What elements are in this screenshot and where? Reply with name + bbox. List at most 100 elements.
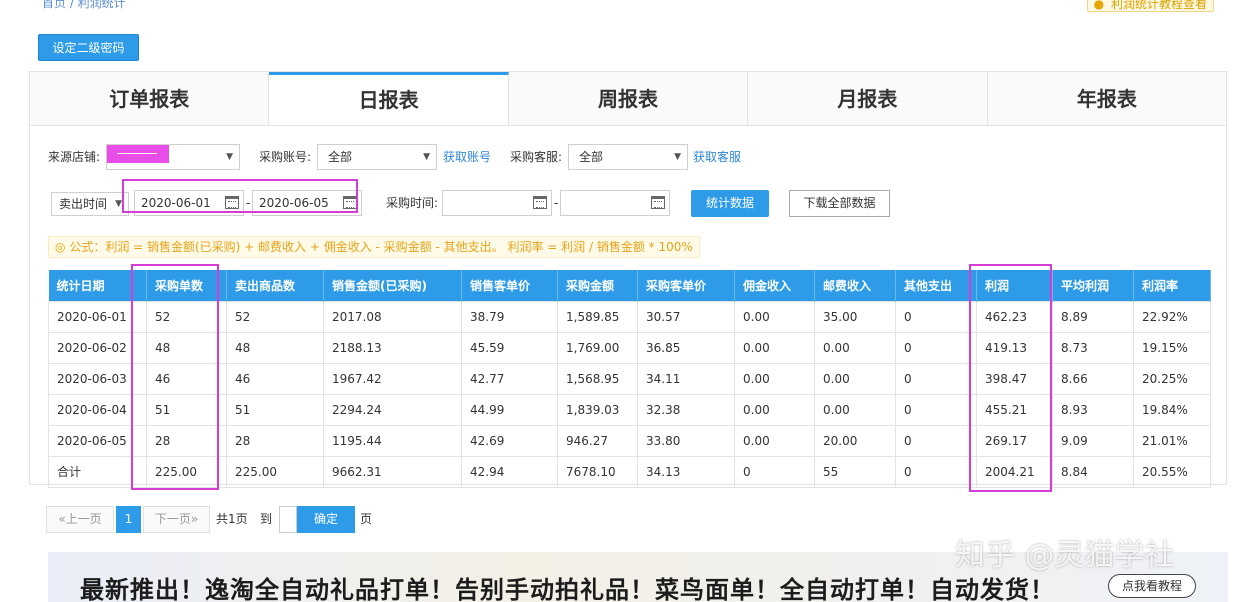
total-pages-text: 共1页 bbox=[216, 512, 248, 526]
table-cell: 2017.08 bbox=[323, 300, 462, 333]
purchase-service-select[interactable]: 全部 ▼ bbox=[568, 144, 688, 170]
set-secondary-password-button[interactable]: 设定二级密码 bbox=[38, 34, 139, 61]
tab-order-report[interactable]: 订单报表 bbox=[30, 72, 270, 125]
calendar-icon[interactable] bbox=[651, 196, 665, 209]
tab-weekly-report[interactable]: 周报表 bbox=[509, 72, 749, 125]
table-cell: 9662.31 bbox=[323, 455, 462, 488]
purchase-date-from-input[interactable] bbox=[442, 190, 552, 216]
promo-banner-text: 最新推出！逸淘全自动礼品打单！告别手动拍礼品！菜鸟面单！全自动打单！自动发货！ bbox=[80, 576, 1055, 602]
table-cell: 20.25% bbox=[1133, 362, 1211, 395]
table-cell: 225.00 bbox=[226, 455, 324, 488]
filter-row-1: 来源店铺: ▼ 采购账号: 全部 ▼ 获取账号 采购客服: 全部 ▼ 获取客服 bbox=[48, 144, 1208, 170]
highlight-purchase-orders-column bbox=[131, 264, 219, 490]
table-cell: 38.79 bbox=[461, 300, 558, 333]
chevron-down-icon: ▼ bbox=[226, 152, 233, 162]
page-1-button[interactable]: 1 bbox=[116, 506, 141, 533]
purchase-time-label: 采购时间: bbox=[386, 196, 439, 210]
table-cell: 0.00 bbox=[734, 393, 815, 426]
stat-data-button[interactable]: 统计数据 bbox=[691, 190, 769, 217]
report-tabs: 订单报表 日报表 周报表 月报表 年报表 bbox=[30, 72, 1226, 126]
lightbulb-icon: ◎ bbox=[55, 240, 66, 254]
tab-yearly-report[interactable]: 年报表 bbox=[988, 72, 1226, 125]
table-cell: 1967.42 bbox=[323, 362, 462, 395]
table-cell: 30.57 bbox=[637, 300, 735, 333]
get-service-link[interactable]: 获取客服 bbox=[693, 144, 741, 170]
lightbulb-icon: ● bbox=[1093, 0, 1105, 11]
table-cell: 36.85 bbox=[637, 331, 735, 364]
table-cell: 42.69 bbox=[461, 424, 558, 457]
table-cell: 946.27 bbox=[557, 424, 638, 457]
column-header: 利润率 bbox=[1133, 270, 1211, 301]
highlight-profit-column bbox=[969, 264, 1052, 492]
column-header: 销售金额(已采购) bbox=[323, 270, 462, 301]
column-header: 平均利润 bbox=[1052, 270, 1134, 301]
purchase-account-select[interactable]: 全部 ▼ bbox=[317, 144, 437, 170]
table-cell: 0.00 bbox=[814, 331, 896, 364]
table-cell: 55 bbox=[814, 455, 896, 488]
purchase-date-to-input[interactable] bbox=[560, 190, 670, 216]
table-cell: 8.89 bbox=[1052, 300, 1134, 333]
table-cell: 2294.24 bbox=[323, 393, 462, 426]
table-cell: 33.80 bbox=[637, 424, 735, 457]
table-cell: 0 bbox=[895, 300, 977, 333]
calendar-icon[interactable] bbox=[533, 196, 547, 209]
table-cell: 7678.10 bbox=[557, 455, 638, 488]
goto-page-input[interactable] bbox=[279, 506, 297, 533]
column-header: 销售客单价 bbox=[461, 270, 558, 301]
prev-page-button[interactable]: «上一页 bbox=[46, 506, 114, 533]
table-cell: 1,589.85 bbox=[557, 300, 638, 333]
column-header: 采购客单价 bbox=[637, 270, 735, 301]
table-cell: 8.73 bbox=[1052, 331, 1134, 364]
table-cell: 0 bbox=[895, 393, 977, 426]
purchase-account-label: 采购账号: bbox=[259, 150, 312, 164]
confirm-page-button[interactable]: 确定 bbox=[297, 506, 355, 533]
next-page-button[interactable]: 下一页» bbox=[143, 506, 210, 533]
table-cell: 20.55% bbox=[1133, 455, 1211, 488]
profit-formula-text: 公式：利润 = 销售金额(已采购) + 邮费收入 + 佣金收入 - 采购金额 -… bbox=[69, 240, 693, 254]
breadcrumb[interactable]: 首页 / 利润统计 bbox=[42, 0, 126, 11]
column-header: 卖出商品数 bbox=[226, 270, 324, 301]
table-cell: 20.00 bbox=[814, 424, 896, 457]
table-cell: 45.59 bbox=[461, 331, 558, 364]
chevron-down-icon: ▼ bbox=[674, 152, 681, 162]
table-cell: 0 bbox=[895, 362, 977, 395]
purchase-service-label: 采购客服: bbox=[510, 150, 563, 164]
table-cell: 0.00 bbox=[734, 331, 815, 364]
source-store-select[interactable]: ▼ bbox=[106, 144, 240, 170]
table-cell: 1,839.03 bbox=[557, 393, 638, 426]
table-cell: 8.84 bbox=[1052, 455, 1134, 488]
zhihu-watermark: 知乎 @灵猫学社 bbox=[955, 538, 1175, 573]
table-cell: 0.00 bbox=[814, 362, 896, 395]
table-cell: 32.38 bbox=[637, 393, 735, 426]
table-cell: 8.66 bbox=[1052, 362, 1134, 395]
redacted-store-name bbox=[107, 145, 169, 163]
time-type-select[interactable]: 卖出时间 ▼ bbox=[51, 192, 129, 216]
view-tutorial-button[interactable]: 点我看教程 bbox=[1108, 574, 1196, 598]
table-cell: 0 bbox=[895, 424, 977, 457]
table-cell: 48 bbox=[226, 331, 324, 364]
table-cell: 42.77 bbox=[461, 362, 558, 395]
table-cell: 1195.44 bbox=[323, 424, 462, 457]
table-cell: 0 bbox=[734, 455, 815, 488]
purchase-service-value: 全部 bbox=[579, 150, 604, 164]
download-all-button[interactable]: 下载全部数据 bbox=[789, 190, 890, 217]
table-cell: 1,769.00 bbox=[557, 331, 638, 364]
table-cell: 8.93 bbox=[1052, 393, 1134, 426]
get-account-link[interactable]: 获取账号 bbox=[443, 144, 491, 170]
tab-daily-report[interactable]: 日报表 bbox=[269, 72, 509, 125]
table-cell: 0 bbox=[895, 455, 977, 488]
chevron-down-icon: ▼ bbox=[115, 199, 122, 209]
table-cell: 2188.13 bbox=[323, 331, 462, 364]
purchase-date-dash: - bbox=[554, 196, 559, 210]
tab-monthly-report[interactable]: 月报表 bbox=[748, 72, 988, 125]
column-header: 其他支出 bbox=[895, 270, 977, 301]
table-cell: 42.94 bbox=[461, 455, 558, 488]
purchase-account-value: 全部 bbox=[328, 150, 353, 164]
table-cell: 0.00 bbox=[734, 362, 815, 395]
help-link[interactable]: ● 利润统计教程查看 bbox=[1086, 0, 1214, 12]
page-unit-label: 页 bbox=[360, 512, 373, 526]
table-cell: 35.00 bbox=[814, 300, 896, 333]
column-header: 采购金额 bbox=[557, 270, 638, 301]
time-type-value: 卖出时间 bbox=[59, 197, 108, 211]
table-cell: 9.09 bbox=[1052, 424, 1134, 457]
